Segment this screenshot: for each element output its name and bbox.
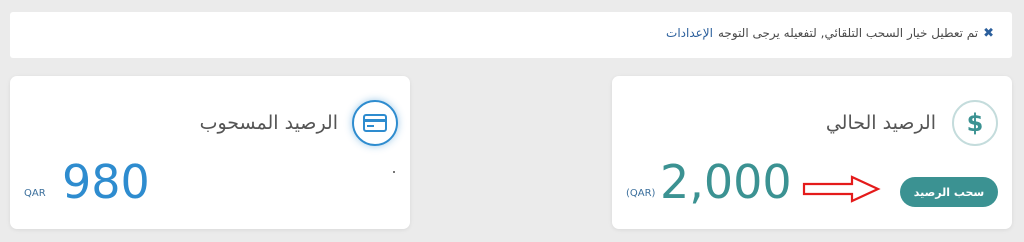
- auto-withdraw-notice: ✖ تم تعطيل خيار السحب التلقائي, لتفعيله …: [10, 12, 1012, 58]
- withdrawn-balance-amount: 980: [62, 155, 150, 209]
- dollar-icon: $: [952, 100, 998, 146]
- current-balance-currency: (QAR): [626, 188, 656, 199]
- credit-card-icon: [352, 100, 398, 146]
- withdrawn-balance-title: الرصيد المسحوب: [199, 112, 338, 134]
- notice-message: تم تعطيل خيار السحب التلقائي, لتفعيله ير…: [717, 26, 979, 40]
- settings-link[interactable]: الإعدادات: [666, 26, 713, 40]
- notice-content: ✖ تم تعطيل خيار السحب التلقائي, لتفعيله …: [666, 26, 994, 40]
- withdrawn-balance-card: الرصيد المسحوب 980 QAR: [10, 76, 410, 229]
- current-balance-title: الرصيد الحالي: [825, 112, 936, 134]
- close-icon[interactable]: ✖: [983, 27, 994, 40]
- withdraw-balance-button[interactable]: سحب الرصيد: [900, 177, 998, 207]
- current-balance-card: $ الرصيد الحالي 2,000 (QAR) سحب الرصيد: [612, 76, 1012, 229]
- withdrawn-balance-currency: QAR: [24, 188, 46, 199]
- current-balance-amount: 2,000: [660, 155, 792, 209]
- red-arrow-icon: [802, 175, 881, 203]
- dot-mark: [393, 171, 395, 173]
